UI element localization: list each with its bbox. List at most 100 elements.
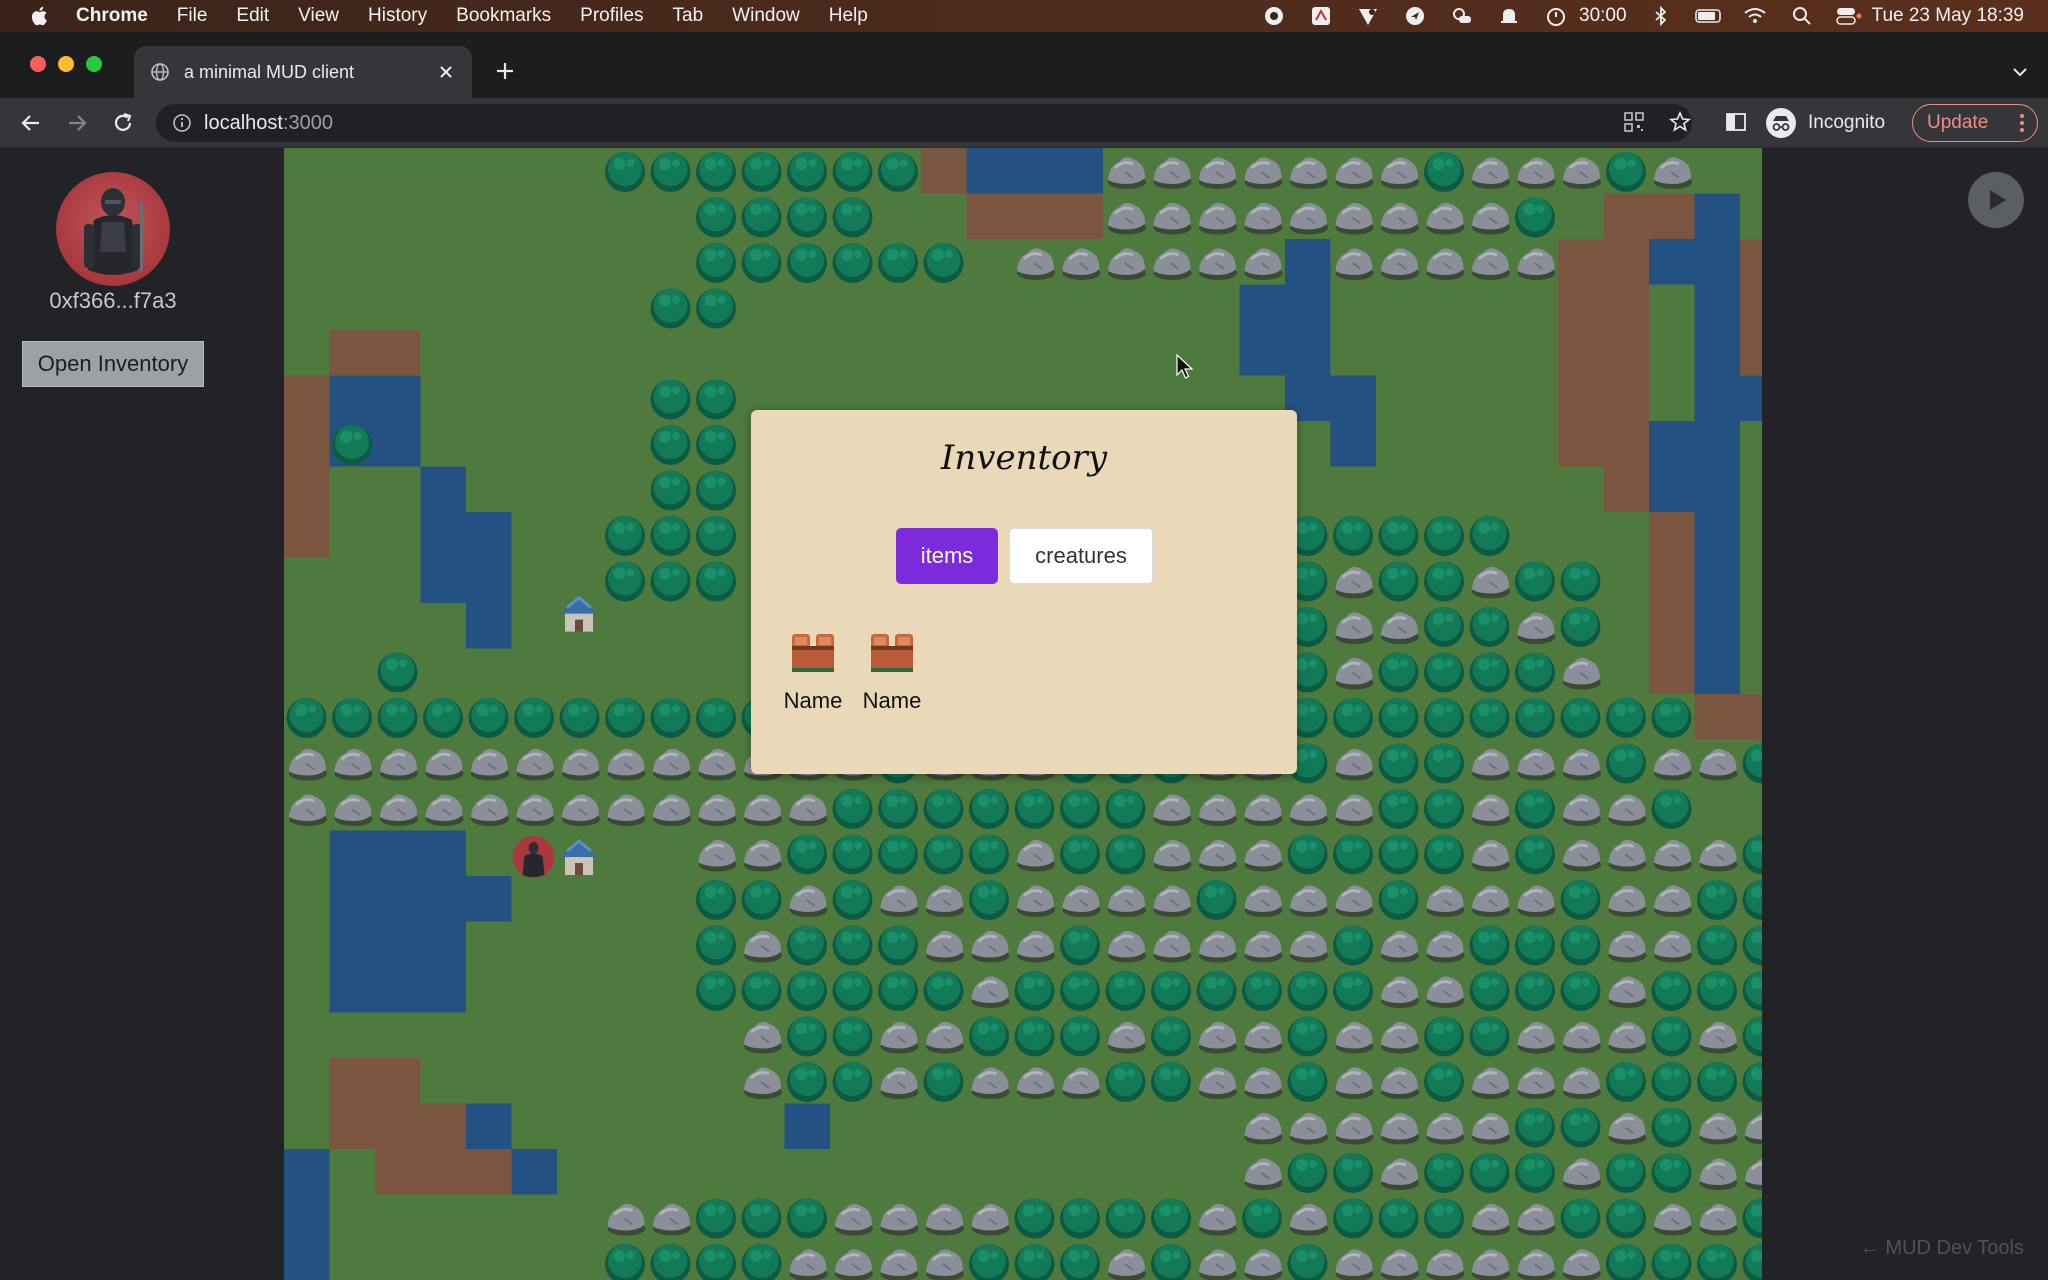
incognito-profile[interactable]: Incognito [1766,105,1885,141]
tree [832,971,873,1011]
location-icon[interactable] [1402,5,1428,27]
menu-file[interactable]: File [177,5,208,27]
tree [832,1062,873,1102]
play-button[interactable] [1968,172,2024,228]
timer-readout[interactable]: 30:00 [1579,5,1627,27]
new-tab-button[interactable] [492,58,518,84]
browser-tab-active[interactable]: a minimal MUD client [134,46,472,98]
rock [1561,1020,1603,1055]
tree [1424,698,1464,738]
rock [1652,1202,1694,1237]
rock [742,792,784,828]
rock [1152,201,1193,236]
tree [650,288,691,329]
tree [696,925,736,966]
tree [1697,1244,1737,1280]
notification-icon[interactable] [1496,5,1522,27]
control-center-icon[interactable] [1835,5,1862,27]
tree [696,152,736,192]
mud-dev-tools-toggle[interactable]: ← MUD Dev Tools [1860,1237,2024,1260]
tree [1606,743,1646,784]
page-viewport: 0xf366...f7a3 Open Inventory ← MUD Dev T… [0,148,2048,1280]
menu-help[interactable]: Help [829,5,868,27]
pdf-icon[interactable] [1308,5,1334,27]
qr-code-icon[interactable] [1622,110,1646,134]
rock [1288,792,1330,828]
chevron-down-icon[interactable] [2010,62,2030,82]
apple-icon[interactable] [26,5,54,27]
rock [1516,747,1557,782]
tree [1515,652,1555,693]
tree [1378,1198,1419,1239]
tree [1651,1016,1692,1057]
rock [833,1202,875,1237]
record-icon[interactable] [1261,5,1287,27]
tree [696,243,736,283]
house [559,594,599,634]
macos-menu-bar: Chrome File Edit View History Bookmarks … [0,0,2048,32]
tree [741,880,782,920]
tree [1378,561,1419,602]
rock [469,792,511,828]
battery-icon[interactable] [1694,5,1721,27]
rock [742,929,784,964]
dirt-tile [284,375,330,558]
tree [1469,925,1510,966]
menu-edit[interactable]: Edit [236,5,269,27]
tree [969,1016,1009,1057]
info-icon[interactable] [172,113,192,133]
rock [1425,974,1466,1010]
weather-icon[interactable] [1449,5,1475,27]
back-arrow-icon[interactable] [18,110,44,136]
bluetooth-icon[interactable] [1648,5,1674,27]
window-zoom-button[interactable] [86,56,102,72]
tree [1424,789,1464,829]
kebab-menu-icon[interactable] [2019,113,2025,133]
tree [377,652,418,693]
menu-bookmarks[interactable]: Bookmarks [456,5,551,27]
menu-app-chrome[interactable]: Chrome [76,5,148,27]
tree [1424,561,1464,602]
inventory-item[interactable]: Name [778,628,848,728]
rock [1197,1020,1239,1055]
rock [1470,792,1512,828]
menu-history[interactable]: History [368,5,427,27]
address-bar[interactable]: localhost:3000 [156,104,1692,142]
window-minimize-button[interactable] [58,56,74,72]
side-panel-icon[interactable] [1724,110,1748,134]
menu-profiles[interactable]: Profiles [580,5,643,27]
rock [1607,974,1648,1010]
rock [697,747,738,782]
rock [1243,1065,1284,1101]
rock [1606,152,1646,192]
update-button[interactable]: Update [1912,104,2038,142]
timer-icon[interactable] [1543,5,1569,27]
inventory-item[interactable]: Name [857,628,927,728]
rock [1743,1156,1762,1192]
tree [1697,925,1737,966]
tree [923,789,964,829]
spotlight-icon[interactable] [1789,5,1815,27]
dirt-tile [1558,239,1604,467]
vpn-icon[interactable] [1355,5,1381,27]
tree [1651,971,1692,1011]
close-icon[interactable] [436,62,456,82]
menu-window[interactable]: Window [732,5,800,27]
wifi-icon[interactable] [1742,5,1768,27]
tab-creatures[interactable]: creatures [1009,528,1153,584]
window-close-button[interactable] [30,56,46,72]
menu-view[interactable]: View [298,5,339,27]
rock [1152,883,1193,919]
tab-items[interactable]: items [896,528,998,584]
rock [651,792,693,828]
reload-icon[interactable] [110,110,136,136]
rock [1516,246,1557,282]
forward-arrow-icon[interactable] [64,110,90,136]
menu-tab[interactable]: Tab [673,5,704,27]
dirt-tile [1694,694,1762,740]
tree [1287,1153,1328,1193]
bookmark-star-icon[interactable] [1668,110,1692,134]
clock[interactable]: Tue 23 May 18:39 [1872,5,2024,27]
tree [696,379,736,420]
open-inventory-button[interactable]: Open Inventory [22,341,204,387]
